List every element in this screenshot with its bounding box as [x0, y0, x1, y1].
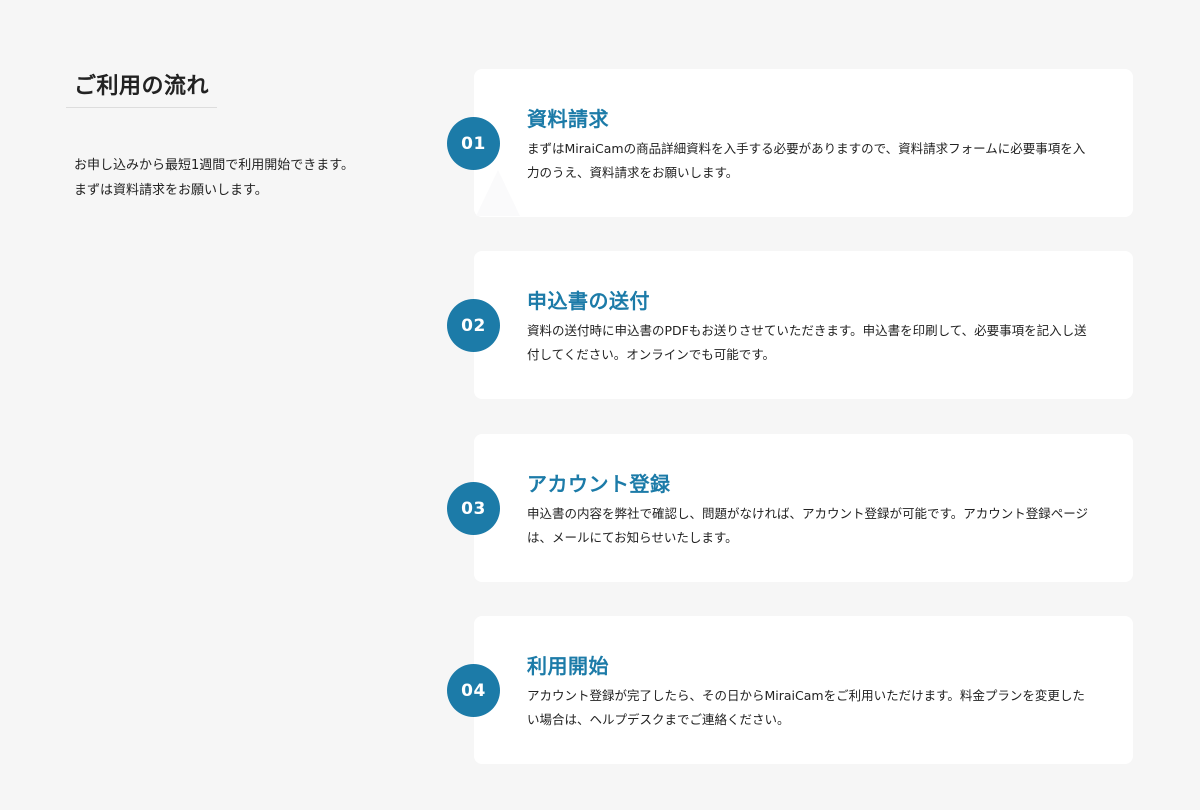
- step-title: 資料請求: [527, 107, 609, 131]
- intro-text: お申し込みから最短1週間で利用開始できます。 まずは資料請求をお願いします。: [74, 158, 354, 198]
- step-description: まずはMiraiCamの商品詳細資料を入手する必要がありますので、資料請求フォー…: [527, 141, 1086, 180]
- step-number-badge: 03: [447, 482, 500, 535]
- step-title: 利用開始: [527, 654, 609, 678]
- step-title: 申込書の送付: [527, 289, 650, 313]
- page-title: ご利用の流れ: [66, 64, 218, 108]
- step-number-badge: 04: [447, 664, 500, 717]
- step-card-account-registration: 03 アカウント登録 申込書の内容を弊社で確認し、問題がなければ、アカウント登録…: [447, 434, 1133, 582]
- step-connector: [476, 170, 520, 216]
- step-number-badge: 01: [447, 117, 500, 170]
- step-card-start-using: 04 利用開始 アカウント登録が完了したら、その日からMiraiCamをご利用い…: [447, 616, 1133, 764]
- step-card-send-application: 02 申込書の送付 資料の送付時に申込書のPDFもお送りさせていただきます。申込…: [447, 251, 1133, 399]
- intro-section: ご利用の流れ お申し込みから最短1週間で利用開始できます。 まずは資料請求をお願…: [66, 64, 386, 203]
- step-description: 資料の送付時に申込書のPDFもお送りさせていただきます。申込書を印刷して、必要事…: [527, 323, 1087, 362]
- step-title: アカウント登録: [527, 472, 671, 496]
- step-description: 申込書の内容を弊社で確認し、問題がなければ、アカウント登録が可能です。アカウント…: [527, 506, 1089, 545]
- step-description: アカウント登録が完了したら、その日からMiraiCamをご利用いただけます。料金…: [527, 688, 1085, 727]
- step-card-request-documents: 01 資料請求 まずはMiraiCamの商品詳細資料を入手する必要がありますので…: [447, 69, 1133, 217]
- step-number-badge: 02: [447, 299, 500, 352]
